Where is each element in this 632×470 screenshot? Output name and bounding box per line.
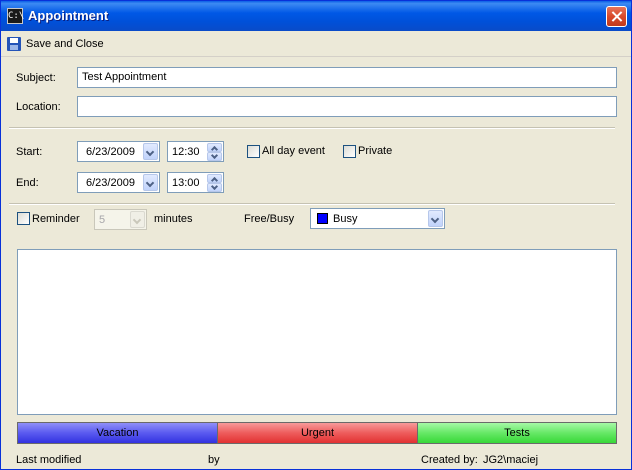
minutes-label: minutes	[154, 213, 193, 225]
end-label: End:	[16, 177, 39, 189]
private-label: Private	[358, 145, 393, 157]
start-label: Start:	[16, 146, 43, 158]
location-input[interactable]	[77, 96, 617, 117]
notes-textarea[interactable]	[17, 249, 617, 415]
start-time-spinner[interactable]: 12:30	[167, 141, 224, 162]
created-by-value: JG2\maciej	[483, 454, 539, 466]
chevron-down-icon[interactable]	[143, 143, 158, 160]
all-day-event-checkbox[interactable]	[247, 145, 260, 158]
divider	[9, 127, 615, 129]
title-bar[interactable]: C:\ Appointment	[1, 1, 631, 31]
floppy-disk-icon	[7, 37, 21, 51]
reminder-checkbox[interactable]	[17, 212, 30, 225]
start-time-value: 12:30	[172, 146, 200, 158]
spin-down-icon[interactable]	[207, 183, 222, 192]
category-urgent-button[interactable]: Urgent	[217, 422, 418, 444]
category-vacation-button[interactable]: Vacation	[17, 422, 218, 444]
close-button[interactable]	[606, 6, 627, 27]
created-by-label: Created by:	[421, 454, 478, 466]
start-date-value: 6/23/2009	[86, 146, 135, 158]
window-title: Appointment	[28, 8, 109, 23]
reminder-label: Reminder	[32, 213, 80, 225]
console-app-icon: C:\	[7, 8, 24, 24]
busy-color-swatch	[317, 213, 328, 224]
spin-up-icon[interactable]	[207, 174, 222, 183]
location-label: Location:	[16, 101, 61, 113]
category-tests-button[interactable]: Tests	[417, 422, 617, 444]
private-checkbox[interactable]	[343, 145, 356, 158]
end-time-value: 13:00	[172, 177, 200, 189]
subject-input[interactable]: Test Appointment	[77, 67, 617, 88]
chevron-down-icon[interactable]	[143, 174, 158, 191]
subject-label: Subject:	[16, 72, 56, 84]
end-date-picker[interactable]: 6/23/2009	[77, 172, 160, 193]
freebusy-value: Busy	[333, 213, 358, 225]
modified-by-label: by	[208, 454, 220, 466]
spin-up-icon[interactable]	[207, 143, 222, 152]
save-and-close-button[interactable]: Save and Close	[7, 35, 104, 53]
end-time-spinner[interactable]: 13:00	[167, 172, 224, 193]
spin-down-icon[interactable]	[207, 152, 222, 161]
save-and-close-label: Save and Close	[26, 38, 104, 50]
chevron-down-icon[interactable]	[130, 211, 145, 228]
all-day-event-label: All day event	[262, 145, 325, 157]
reminder-minutes-value: 5	[99, 214, 106, 226]
last-modified-label: Last modified	[16, 454, 82, 466]
reminder-minutes-select[interactable]: 5	[94, 209, 147, 230]
start-date-picker[interactable]: 6/23/2009	[77, 141, 160, 162]
freebusy-label: Free/Busy	[244, 213, 295, 225]
appointment-window: C:\ Appointment Save and Close Subject: …	[0, 0, 632, 470]
divider	[9, 203, 615, 205]
chevron-down-icon[interactable]	[428, 210, 443, 227]
toolbar: Save and Close	[1, 31, 631, 57]
end-date-value: 6/23/2009	[86, 177, 135, 189]
freebusy-select[interactable]: Busy	[310, 208, 445, 229]
